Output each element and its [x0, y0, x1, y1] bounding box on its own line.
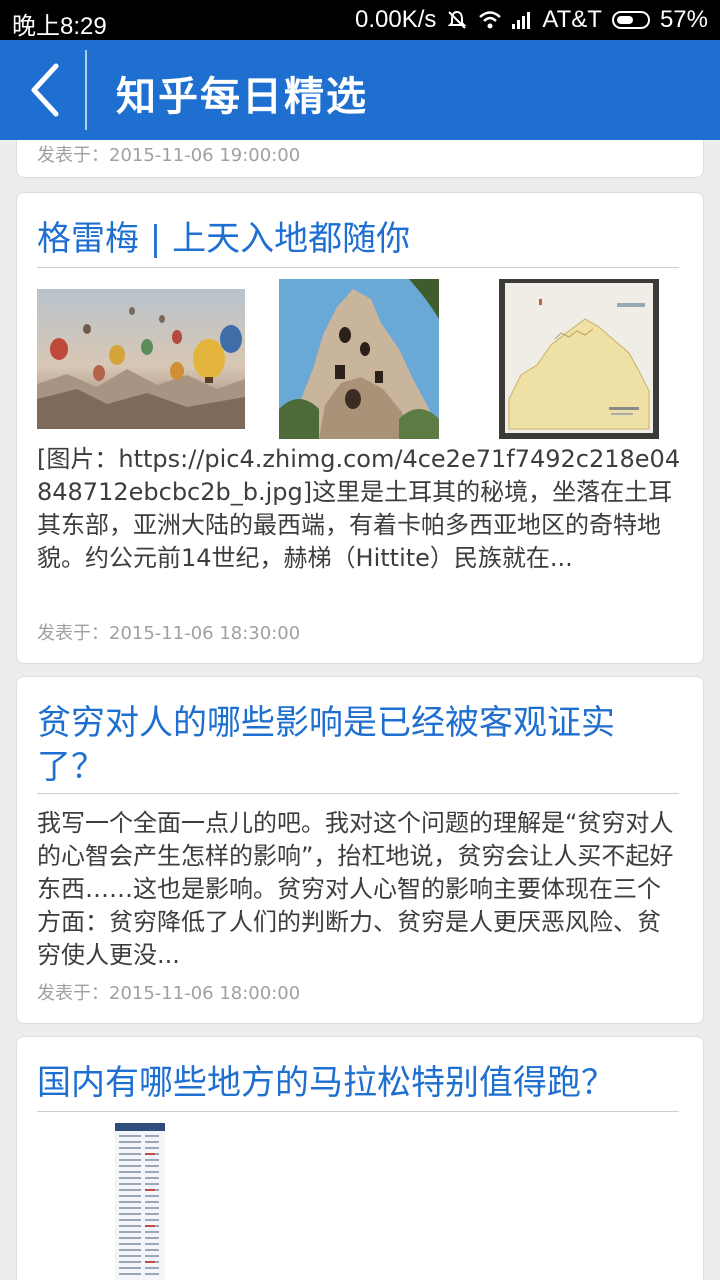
- post-date: 发表于：2015-11-06 18:00:00: [37, 983, 301, 1004]
- post-date: 发表于：2015-11-06 18:30:00: [37, 623, 301, 644]
- list-item[interactable]: 格雷梅 | 上天入地都随你 [图片：https://pic4.zhimg.com…: [16, 192, 704, 664]
- status-time: 晚上8:29: [12, 13, 107, 40]
- list-item[interactable]: 贫穷对人的哪些影响是已经被客观证实了？ 我写一个全面一点儿的吧。我对这个问题的理…: [16, 676, 704, 1024]
- rock-chimney-image[interactable]: [279, 279, 439, 439]
- title-separator: [37, 1111, 679, 1112]
- battery-percent: 57%: [659, 6, 708, 33]
- marathon-table-image[interactable]: [115, 1123, 165, 1280]
- title-separator: [37, 793, 679, 794]
- status-bar: 晚上8:29 0.00K/s AT&T 57%: [0, 0, 720, 40]
- post-date: 发表于：2015-11-06 19:00:00: [37, 145, 301, 166]
- post-excerpt: [图片：https://pic4.zhimg.com/4ce2e71f7492c…: [37, 445, 681, 572]
- mute-icon: [446, 9, 468, 31]
- app-bar: 知乎每日精选: [0, 40, 720, 140]
- signal-icon: [510, 9, 532, 31]
- list-item[interactable]: 国内有哪些地方的马拉松特别值得跑？: [16, 1036, 704, 1280]
- back-button[interactable]: [20, 60, 70, 120]
- post-title[interactable]: 格雷梅 | 上天入地都随你: [37, 217, 679, 261]
- post-title[interactable]: 贫穷对人的哪些影响是已经被客观证实了？: [37, 701, 679, 789]
- hot-air-balloons-image[interactable]: [37, 289, 245, 429]
- battery-icon: [611, 11, 650, 29]
- carrier-label: AT&T: [542, 6, 602, 33]
- post-excerpt: 我写一个全面一点儿的吧。我对这个问题的理解是“贫穷对人的心智会产生怎样的影响”，…: [37, 809, 674, 969]
- hand-drawn-map-image[interactable]: [499, 279, 659, 439]
- appbar-divider: [85, 50, 87, 130]
- post-title[interactable]: 国内有哪些地方的马拉松特别值得跑？: [37, 1061, 679, 1105]
- feed-list[interactable]: 发表于：2015-11-06 19:00:00 格雷梅 | 上天入地都随你 [图…: [0, 140, 720, 1280]
- title-separator: [37, 267, 679, 268]
- back-chevron-icon: [31, 63, 59, 117]
- net-speed: 0.00K/s: [355, 6, 437, 33]
- list-item[interactable]: 发表于：2015-11-06 19:00:00: [16, 140, 704, 178]
- wifi-icon: [478, 9, 502, 31]
- page-title: 知乎每日精选: [116, 74, 368, 120]
- status-right: 0.00K/s AT&T 57%: [355, 6, 708, 34]
